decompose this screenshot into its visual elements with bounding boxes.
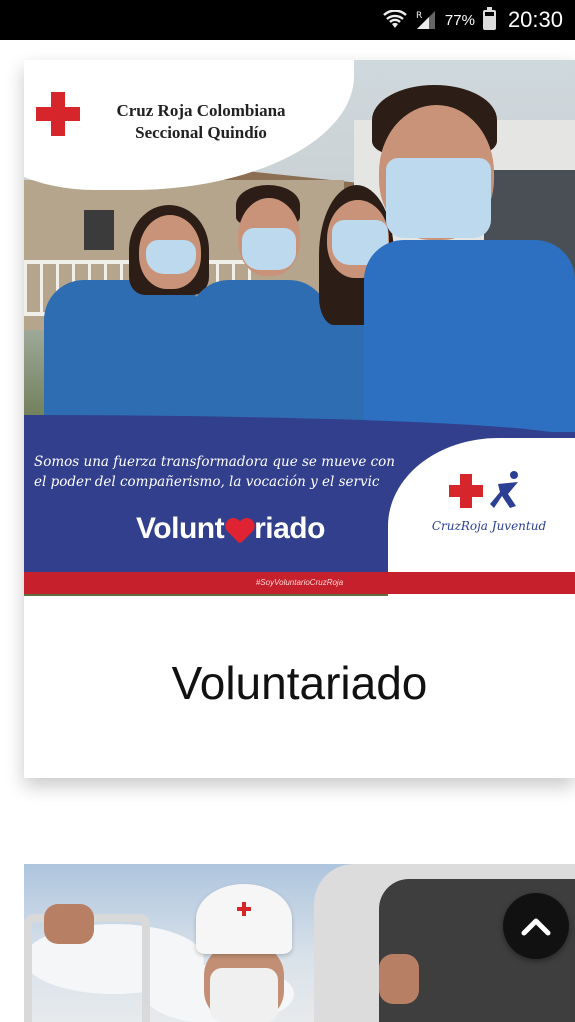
youth-brand-name: CruzRoja Juventud: [431, 519, 547, 533]
hashtag-bar: #SoyVoluntarioCruzRoja: [24, 572, 575, 594]
card-title[interactable]: Voluntariado: [24, 656, 575, 710]
battery-percent: 77%: [444, 11, 475, 29]
motto-text: Somos una fuerza transformadora que se m…: [34, 454, 395, 490]
organization-name-line1: Cruz Roja Colombiana: [116, 101, 286, 120]
battery-icon: [482, 7, 496, 30]
wordmark-left: Volunt: [136, 512, 225, 545]
svg-text:R: R: [416, 11, 422, 21]
respirator-mask: [210, 968, 278, 1022]
youth-red-cross-icon: [449, 474, 483, 508]
hand: [379, 954, 419, 1004]
voluntariado-wordmark: Volunt riado: [136, 512, 325, 546]
status-bar: R 77% 20:30: [0, 0, 575, 40]
signal-icon: R: [416, 11, 435, 29]
chevron-up-icon: [521, 918, 551, 936]
second-card-image[interactable]: [24, 864, 575, 1022]
clock: 20:30: [507, 7, 563, 32]
volunteer-card-image[interactable]: Cruz Roja Colombiana Seccional Quindío S…: [24, 60, 575, 596]
wordmark-right: riado: [254, 512, 325, 545]
safety-helmet: [196, 884, 292, 954]
organization-name-line2: Seccional Quindío: [135, 123, 267, 142]
red-cross-logo-icon: [36, 92, 80, 136]
building-window: [84, 210, 114, 250]
youth-runner-icon: [490, 471, 518, 508]
scroll-to-top-button[interactable]: [503, 893, 569, 959]
volunteer-card[interactable]: Cruz Roja Colombiana Seccional Quindío S…: [24, 60, 575, 778]
hand: [44, 904, 94, 944]
organization-name: Cruz Roja Colombiana Seccional Quindío: [86, 100, 316, 144]
wifi-icon: [383, 10, 407, 28]
helmet-cross-icon: [237, 902, 251, 916]
heart-icon: [225, 517, 253, 545]
